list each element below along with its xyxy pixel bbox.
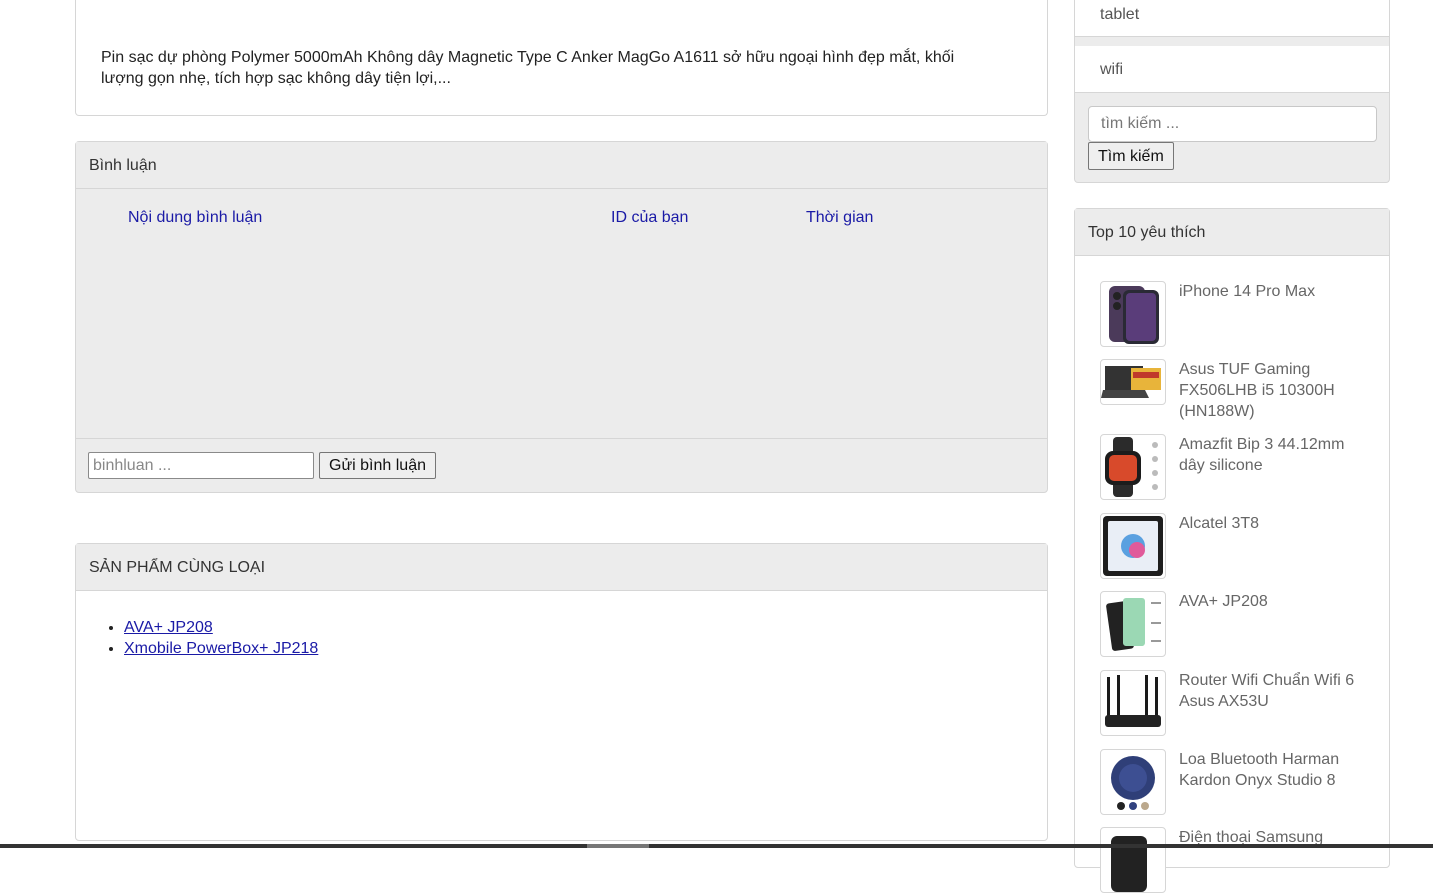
column-time: Thời gian xyxy=(806,209,874,226)
scrollbar-thumb[interactable] xyxy=(587,844,649,848)
smartwatch-thumbnail-icon xyxy=(1100,434,1166,500)
top-favorites-panel: Top 10 yêu thích iPhone 14 Pro Max Asus … xyxy=(1074,208,1390,893)
list-item: AVA+ JP208 xyxy=(124,617,318,638)
top-item-name: Router Wifi Chuẩn Wifi 6 Asus AX53U xyxy=(1179,672,1355,710)
category-item-wifi[interactable]: wifi xyxy=(1075,46,1389,93)
router-thumbnail-icon xyxy=(1100,670,1166,736)
top-item-name: Amazfit Bip 3 44.12mm dây silicone xyxy=(1179,436,1345,474)
phone-thumbnail-icon xyxy=(1100,827,1166,893)
related-product-link[interactable]: AVA+ JP208 xyxy=(124,619,213,636)
horizontal-scrollbar[interactable] xyxy=(0,844,1433,848)
top-item-name: Loa Bluetooth Harman Kardon Onyx Studio … xyxy=(1179,751,1340,789)
related-products-title: SẢN PHẨM CÙNG LOẠI xyxy=(76,544,1047,591)
speaker-thumbnail-icon xyxy=(1100,749,1166,815)
category-item-tablet[interactable]: tablet xyxy=(1075,0,1389,37)
comment-input[interactable] xyxy=(88,452,314,479)
comments-panel: Bình luận Nội dung bình luận ID của bạn … xyxy=(75,141,1048,493)
top-favorites-title: Top 10 yêu thích xyxy=(1075,209,1389,256)
top-item-name: Asus TUF Gaming FX506LHB i5 10300H (HN18… xyxy=(1179,361,1335,420)
category-search-panel: tablet wifi Tìm kiếm xyxy=(1074,0,1390,183)
top-item-name: AVA+ JP208 xyxy=(1179,593,1268,610)
top-item-name: iPhone 14 Pro Max xyxy=(1179,283,1316,300)
phone-thumbnail-icon xyxy=(1100,281,1166,347)
product-description: Pin sạc dự phòng Polymer 5000mAh Không d… xyxy=(101,49,955,87)
related-products-list: AVA+ JP208 Xmobile PowerBox+ JP218 xyxy=(124,617,318,659)
list-item: Xmobile PowerBox+ JP218 xyxy=(124,638,318,659)
column-user-id: ID của bạn xyxy=(611,209,689,226)
related-products-panel: SẢN PHẨM CÙNG LOẠI AVA+ JP208 Xmobile Po… xyxy=(75,543,1048,841)
laptop-thumbnail-icon xyxy=(1100,359,1166,405)
tablet-thumbnail-icon xyxy=(1100,513,1166,579)
powerbank-thumbnail-icon xyxy=(1100,591,1166,657)
submit-comment-button[interactable]: Gửi bình luận xyxy=(319,452,436,479)
comments-title: Bình luận xyxy=(76,142,1047,189)
product-description-panel: Pin sạc dự phòng Polymer 5000mAh Không d… xyxy=(75,0,1048,116)
search-button[interactable]: Tìm kiếm xyxy=(1088,142,1174,170)
related-product-link[interactable]: Xmobile PowerBox+ JP218 xyxy=(124,640,318,657)
column-content: Nội dung bình luận xyxy=(128,209,263,226)
top-item-name: Alcatel 3T8 xyxy=(1179,515,1260,532)
comment-form: Gửi bình luận xyxy=(76,438,1047,493)
search-input[interactable] xyxy=(1088,106,1377,142)
